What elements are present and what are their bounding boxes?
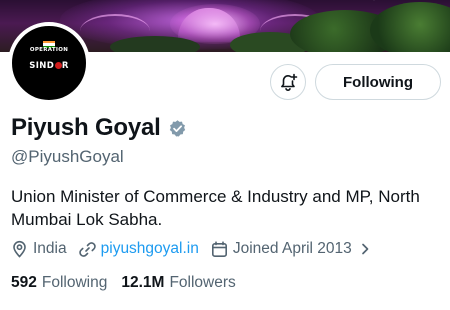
verified-badge-icon[interactable] (168, 119, 187, 138)
avatar-top-text: OPERATION (29, 47, 69, 53)
display-name: Piyush Goyal (11, 114, 161, 141)
website-link[interactable]: piyushgoyal.in (101, 240, 199, 258)
chevron-right-icon (361, 243, 369, 255)
following-stat[interactable]: 592 Following (11, 274, 107, 292)
website[interactable]: piyushgoyal.in (78, 240, 199, 258)
search-button[interactable] (352, 0, 382, 8)
red-dot-icon (54, 61, 62, 69)
following-label: Following (41, 274, 108, 291)
search-icon (373, 0, 375, 1)
following-button[interactable]: Following (315, 64, 441, 100)
join-date-text: Joined April 2013 (232, 240, 352, 257)
profile-name-row: Piyush Goyal (11, 114, 187, 142)
calendar-icon (211, 240, 227, 257)
follow-stats: 592 Following 12.1M Followers (11, 274, 250, 292)
banner-tree (370, 2, 450, 52)
followers-label: Followers (169, 274, 236, 291)
followers-stat[interactable]: 12.1M Followers (121, 274, 235, 292)
profile-bio: Union Minister of Commerce & Industry an… (11, 187, 420, 229)
following-count: 592 (11, 274, 37, 291)
handle: @PiyushGoyal (11, 147, 124, 166)
profile-meta: India piyushgoyal.in Joined April 2013 (11, 240, 384, 258)
followers-count: 12.1M (121, 274, 165, 291)
location-text: India (33, 240, 67, 257)
banner-shrub (110, 36, 200, 52)
bell-plus-icon (281, 73, 298, 92)
back-arrow-icon (26, 0, 56, 8)
avatar-main-text: SIND R (29, 61, 69, 71)
avatar[interactable]: OPERATION SIND R (8, 22, 90, 104)
join-date[interactable]: Joined April 2013 (211, 240, 372, 258)
link-icon (78, 241, 96, 257)
location-pin-icon (13, 240, 26, 258)
back-button[interactable] (26, 0, 56, 8)
notifications-button[interactable] (270, 64, 306, 100)
location: India (11, 240, 67, 258)
